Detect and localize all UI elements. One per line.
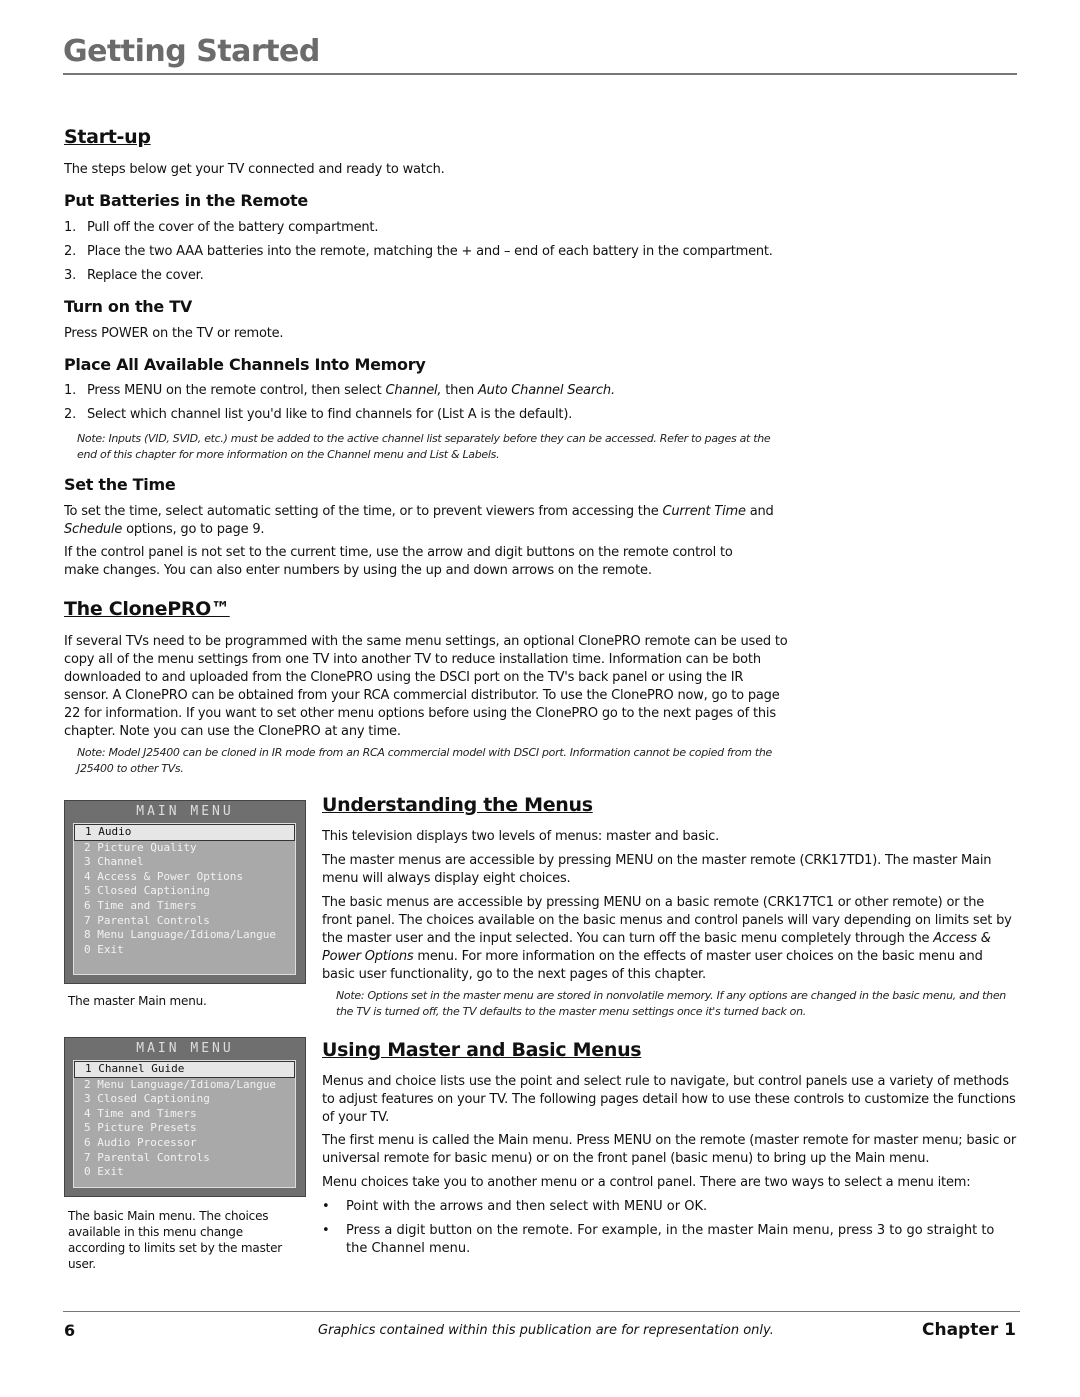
using-para-2: The first menu is called the Main menu. …	[322, 1133, 1017, 1166]
menu-item: 6 Audio Processor	[84, 1135, 197, 1149]
turn-on-text: Press POWER on the TV or remote.	[64, 326, 284, 341]
menu-item: 3 Closed Captioning	[84, 1092, 210, 1106]
menu-item: 4 Access & Power Options	[84, 869, 243, 883]
menu-item: 2 Picture Quality	[84, 840, 197, 854]
startup-heading: Start-up	[64, 126, 151, 148]
basic-menu-caption: The basic Main menu. The choices availab…	[68, 1209, 283, 1271]
clonepro-text: If several TVs need to be programmed wit…	[64, 634, 788, 739]
menu-item: 6 Time and Timers	[84, 898, 197, 912]
channels-note: Note: Inputs (VID, SVID, etc.) must be a…	[77, 432, 771, 461]
menu-item: 3 Channel	[84, 855, 144, 869]
understanding-note: Note: Options set in the master menu are…	[336, 989, 1006, 1018]
batteries-steps: 1. Pull off the cover of the battery comp…	[64, 216, 773, 288]
menu-item: 0 Exit	[84, 942, 124, 956]
channels-steps: 1. Press MENU on the remote control, then…	[64, 379, 615, 427]
time-heading: Set the Time	[64, 475, 176, 494]
menu-item: 8 Menu Language/Idioma/Langue	[84, 928, 277, 942]
understanding-para-3: The basic menus are accessible by pressi…	[322, 895, 1012, 982]
menu-title: MAIN MENU	[136, 1041, 234, 1056]
title-rule	[63, 73, 1017, 75]
understanding-heading: Understanding the Menus	[322, 794, 593, 816]
menu-item: 7 Parental Controls	[84, 1150, 210, 1164]
using-bullets: • Point with the arrows and then select w…	[322, 1198, 1012, 1264]
menu-item: 4 Time and Timers	[84, 1106, 197, 1120]
menu-item: 1 Channel Guide	[74, 1061, 295, 1078]
list-item: • Point with the arrows and then select w…	[322, 1199, 708, 1214]
menu-item: 0 Exit	[84, 1165, 124, 1179]
time-para-2: If the control panel is not set to the c…	[64, 545, 733, 578]
menu-item: 5 Closed Captioning	[84, 884, 210, 898]
using-para-3: Menu choices take you to another menu or…	[322, 1175, 971, 1190]
using-para-1: Menus and choice lists use the point and…	[322, 1074, 1016, 1125]
list-item: 2. Place the two AAA batteries into the r…	[64, 244, 773, 259]
menu-title: MAIN MENU	[136, 804, 234, 819]
using-heading: Using Master and Basic Menus	[322, 1039, 642, 1061]
master-main-menu-image: MAIN MENU 1 Audio 2 Picture Quality 3 Ch…	[64, 800, 306, 984]
list-item: 1. Pull off the cover of the battery comp…	[64, 220, 379, 235]
understanding-para-1: This television displays two levels of m…	[322, 829, 720, 844]
page-number: 6	[64, 1321, 76, 1340]
channels-heading: Place All Available Channels Into Memory	[64, 355, 426, 374]
basic-main-menu-image: MAIN MENU 1 Channel Guide 2 Menu Languag…	[64, 1037, 306, 1197]
turn-on-heading: Turn on the TV	[64, 297, 192, 316]
menu-item: 2 Menu Language/Idioma/Langue	[84, 1077, 277, 1091]
menu-item: 7 Parental Controls	[84, 913, 210, 927]
master-menu-caption: The master Main menu.	[68, 994, 207, 1008]
footer-note: Graphics contained within this publicati…	[318, 1323, 774, 1338]
time-para-1: To set the time, select automatic settin…	[64, 504, 774, 537]
clonepro-note: Note: Model J25400 can be cloned in IR m…	[77, 746, 772, 775]
list-item: • Press a digit button on the remote. For…	[322, 1223, 995, 1256]
menu-item: 1 Audio	[74, 824, 295, 841]
list-item: 2. Select which channel list you'd like t…	[64, 407, 573, 422]
page-title: Getting Started	[63, 34, 320, 69]
chapter-label: Chapter 1	[921, 1320, 1016, 1340]
menu-item: 5 Picture Presets	[84, 1121, 197, 1135]
list-item: 3. Replace the cover.	[64, 268, 204, 283]
clonepro-heading: The ClonePRO™	[64, 598, 230, 620]
footer-rule	[63, 1311, 1020, 1312]
batteries-heading: Put Batteries in the Remote	[64, 191, 308, 210]
list-item: 1. Press MENU on the remote control, then…	[64, 383, 615, 398]
startup-intro: The steps below get your TV connected an…	[64, 162, 445, 177]
understanding-para-2: The master menus are accessible by press…	[322, 853, 992, 886]
